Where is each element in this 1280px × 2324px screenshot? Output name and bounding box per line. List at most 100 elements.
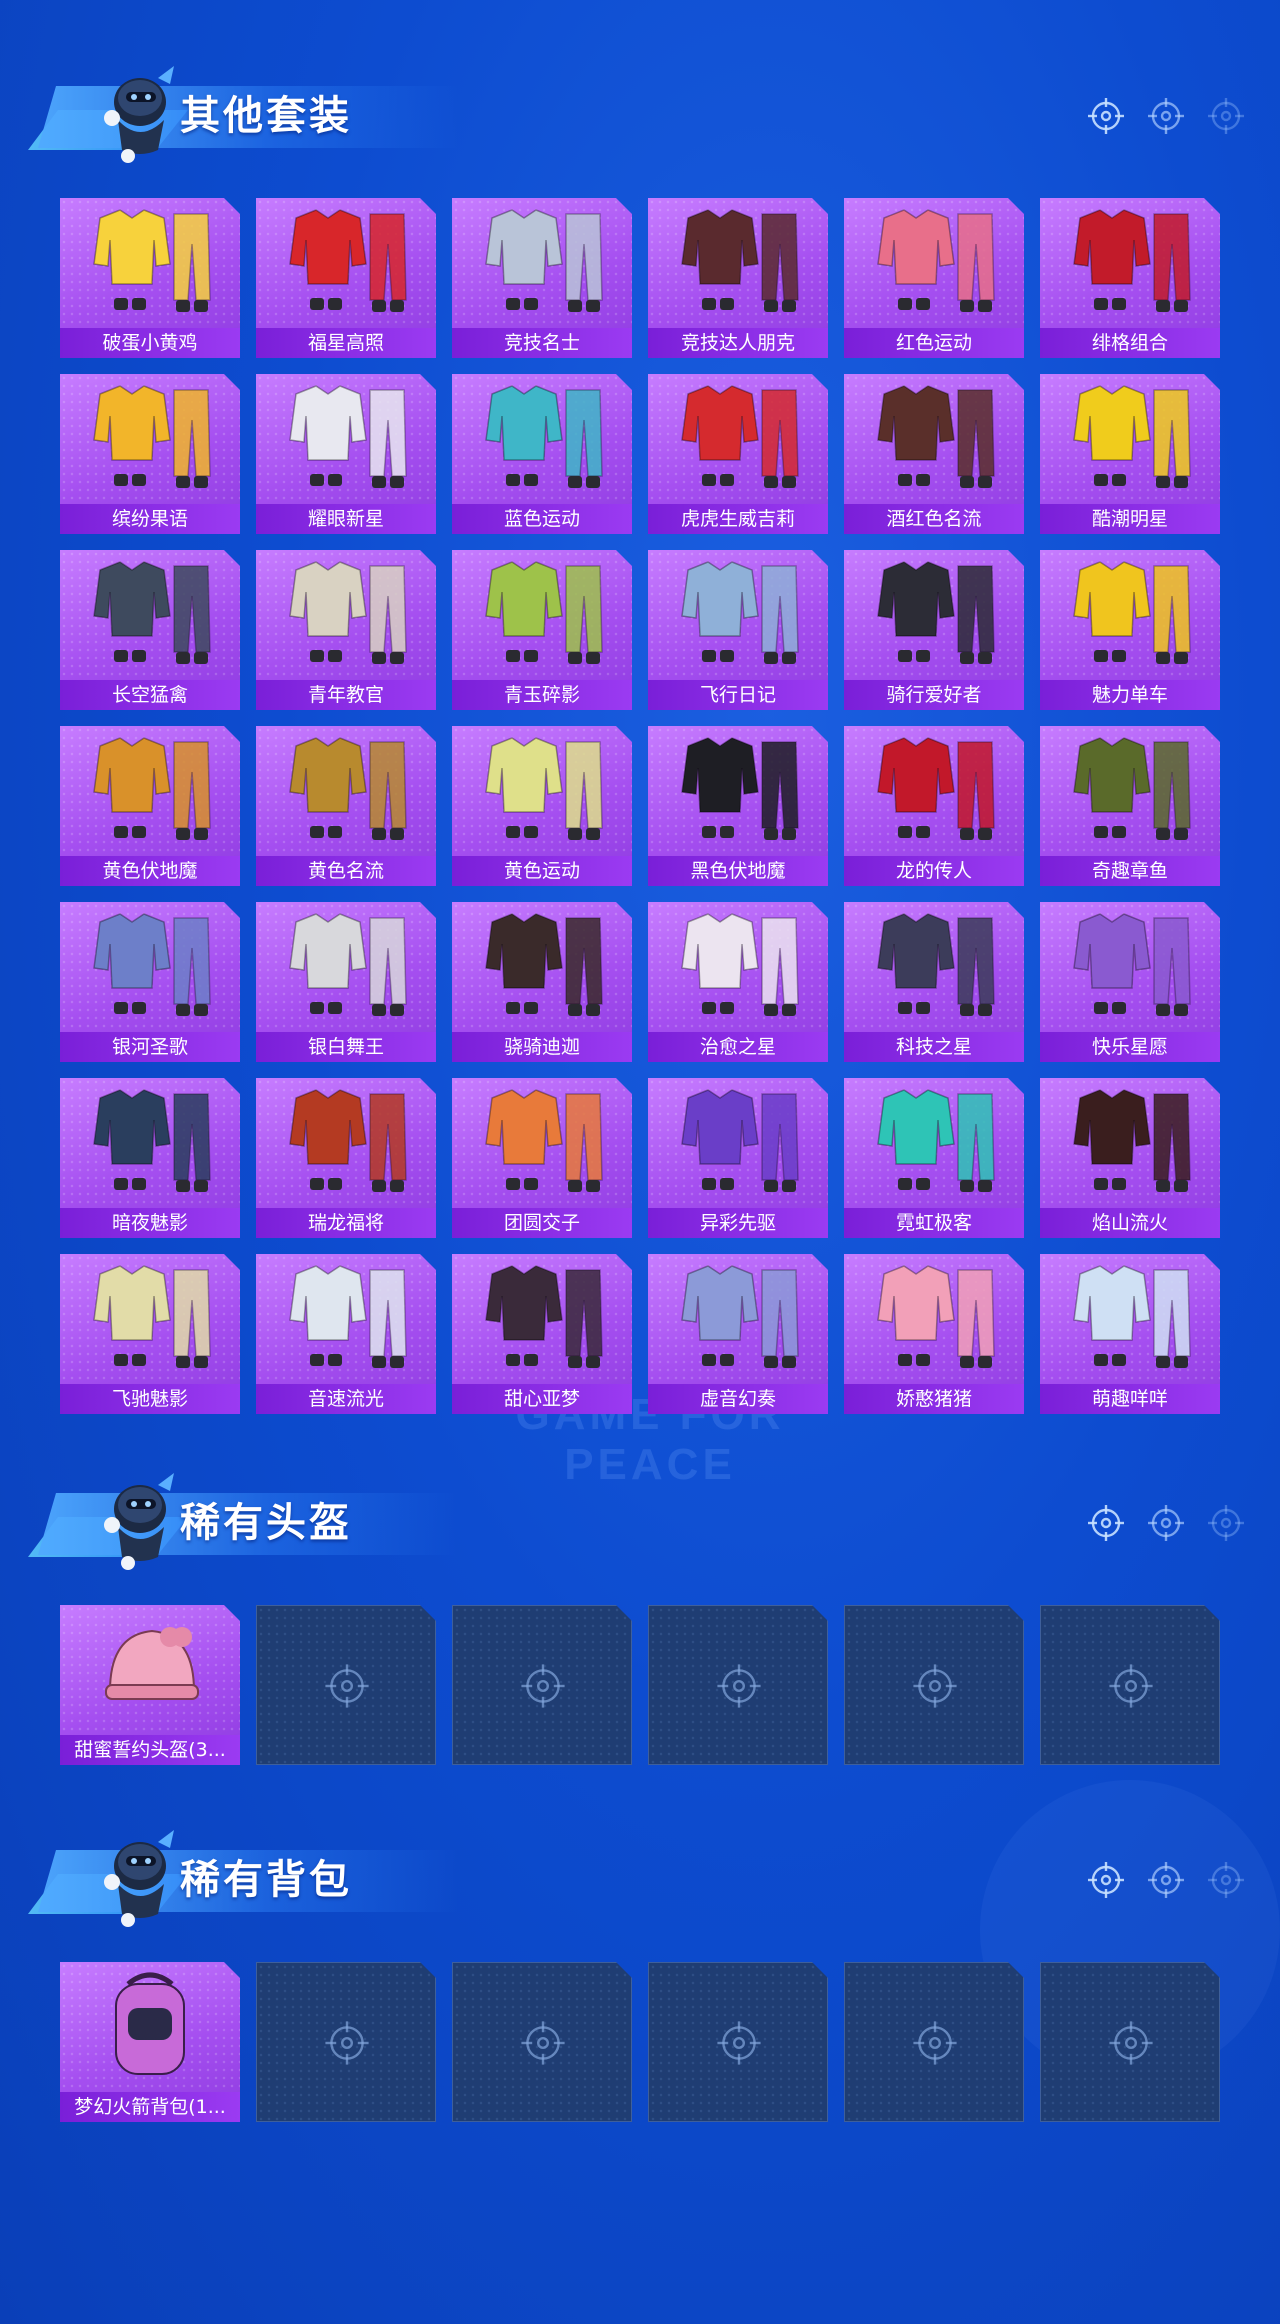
item-image	[1050, 552, 1210, 676]
item-image	[854, 1256, 1014, 1380]
item-card[interactable]: 甜心亚梦	[452, 1254, 632, 1414]
item-image	[266, 904, 426, 1028]
item-image	[1050, 376, 1210, 500]
section-header: 稀有背包	[28, 1822, 1268, 1932]
item-card[interactable]: 酒红色名流	[844, 374, 1024, 534]
item-image	[854, 552, 1014, 676]
item-card[interactable]: 绯格组合	[1040, 198, 1220, 358]
crosshair-icon	[1107, 2019, 1155, 2067]
item-label: 银白舞王	[256, 1032, 436, 1062]
item-card[interactable]: 破蛋小黄鸡	[60, 198, 240, 358]
item-image	[266, 200, 426, 324]
item-card[interactable]: 银河圣歌	[60, 902, 240, 1062]
section-title: 其他套装	[180, 93, 352, 139]
item-card[interactable]: 奇趣章鱼	[1040, 726, 1220, 886]
item-card[interactable]: 竞技名士	[452, 198, 632, 358]
empty-slot	[452, 1605, 632, 1765]
item-card[interactable]: 快乐星愿	[1040, 902, 1220, 1062]
crosshair-icon	[1086, 96, 1126, 136]
item-label: 娇憨猪猪	[844, 1384, 1024, 1414]
item-image	[854, 200, 1014, 324]
item-image	[658, 1080, 818, 1204]
item-card[interactable]: 团圆交子	[452, 1078, 632, 1238]
item-image	[266, 1256, 426, 1380]
item-card[interactable]: 瑞龙福将	[256, 1078, 436, 1238]
section-title: 稀有头盔	[180, 1500, 352, 1546]
item-label: 虎虎生威吉莉	[648, 504, 828, 534]
item-card[interactable]: 缤纷果语	[60, 374, 240, 534]
item-label: 音速流光	[256, 1384, 436, 1414]
item-card[interactable]: 虚音幻奏	[648, 1254, 828, 1414]
item-label: 甜蜜誓约头盔(3...	[60, 1735, 240, 1765]
item-card[interactable]: 科技之星	[844, 902, 1024, 1062]
crosshair-icon	[519, 2019, 567, 2067]
crosshair-icon	[715, 1662, 763, 1710]
item-image	[462, 728, 622, 852]
empty-slot	[844, 1605, 1024, 1765]
item-card[interactable]: 飞驰魅影	[60, 1254, 240, 1414]
item-card[interactable]: 虎虎生威吉莉	[648, 374, 828, 534]
item-card[interactable]: 焰山流火	[1040, 1078, 1220, 1238]
crosshair-icon	[1086, 1860, 1126, 1900]
item-card[interactable]: 娇憨猪猪	[844, 1254, 1024, 1414]
item-card[interactable]: 酷潮明星	[1040, 374, 1220, 534]
item-card[interactable]: 异彩先驱	[648, 1078, 828, 1238]
crosshair-icon	[1146, 96, 1186, 136]
item-card[interactable]: 梦幻火箭背包(1...	[60, 1962, 240, 2122]
item-image	[1050, 728, 1210, 852]
item-card[interactable]: 黄色名流	[256, 726, 436, 886]
item-card[interactable]: 骁骑迪迦	[452, 902, 632, 1062]
item-image	[462, 200, 622, 324]
item-label: 虚音幻奏	[648, 1384, 828, 1414]
empty-slot	[256, 1605, 436, 1765]
item-label: 破蛋小黄鸡	[60, 328, 240, 358]
item-image	[70, 1080, 230, 1204]
section-header: 其他套装	[28, 58, 1268, 168]
item-label: 缤纷果语	[60, 504, 240, 534]
item-label: 红色运动	[844, 328, 1024, 358]
item-image	[70, 728, 230, 852]
item-image	[1050, 904, 1210, 1028]
item-card[interactable]: 黄色运动	[452, 726, 632, 886]
empty-slot	[648, 1605, 828, 1765]
mascot-icon	[88, 1822, 184, 1930]
crosshair-icon	[1086, 1503, 1126, 1543]
item-card[interactable]: 竞技达人朋克	[648, 198, 828, 358]
item-label: 龙的传人	[844, 856, 1024, 886]
item-card[interactable]: 银白舞王	[256, 902, 436, 1062]
section-title: 稀有背包	[180, 1857, 352, 1903]
item-label: 飞驰魅影	[60, 1384, 240, 1414]
item-card[interactable]: 长空猛禽	[60, 550, 240, 710]
item-card[interactable]: 飞行日记	[648, 550, 828, 710]
item-image	[462, 904, 622, 1028]
item-image	[658, 728, 818, 852]
item-card[interactable]: 青年教官	[256, 550, 436, 710]
item-card[interactable]: 黑色伏地魔	[648, 726, 828, 886]
item-card[interactable]: 耀眼新星	[256, 374, 436, 534]
crosshair-icon	[1206, 1503, 1246, 1543]
item-card[interactable]: 萌趣咩咩	[1040, 1254, 1220, 1414]
item-image	[658, 200, 818, 324]
item-label: 绯格组合	[1040, 328, 1220, 358]
item-label: 梦幻火箭背包(1...	[60, 2092, 240, 2122]
item-card[interactable]: 骑行爱好者	[844, 550, 1024, 710]
item-card[interactable]: 甜蜜誓约头盔(3...	[60, 1605, 240, 1765]
item-label: 萌趣咩咩	[1040, 1384, 1220, 1414]
item-image	[854, 1080, 1014, 1204]
item-label: 骑行爱好者	[844, 680, 1024, 710]
item-card[interactable]: 治愈之星	[648, 902, 828, 1062]
item-card[interactable]: 红色运动	[844, 198, 1024, 358]
item-image	[658, 376, 818, 500]
item-card[interactable]: 暗夜魅影	[60, 1078, 240, 1238]
item-card[interactable]: 福星高照	[256, 198, 436, 358]
item-card[interactable]: 蓝色运动	[452, 374, 632, 534]
empty-slot	[452, 1962, 632, 2122]
item-card[interactable]: 霓虹极客	[844, 1078, 1024, 1238]
item-card[interactable]: 魅力单车	[1040, 550, 1220, 710]
item-card[interactable]: 青玉碎影	[452, 550, 632, 710]
item-card[interactable]: 龙的传人	[844, 726, 1024, 886]
crosshair-icon	[1146, 1503, 1186, 1543]
item-label: 竞技名士	[452, 328, 632, 358]
item-card[interactable]: 音速流光	[256, 1254, 436, 1414]
item-card[interactable]: 黄色伏地魔	[60, 726, 240, 886]
